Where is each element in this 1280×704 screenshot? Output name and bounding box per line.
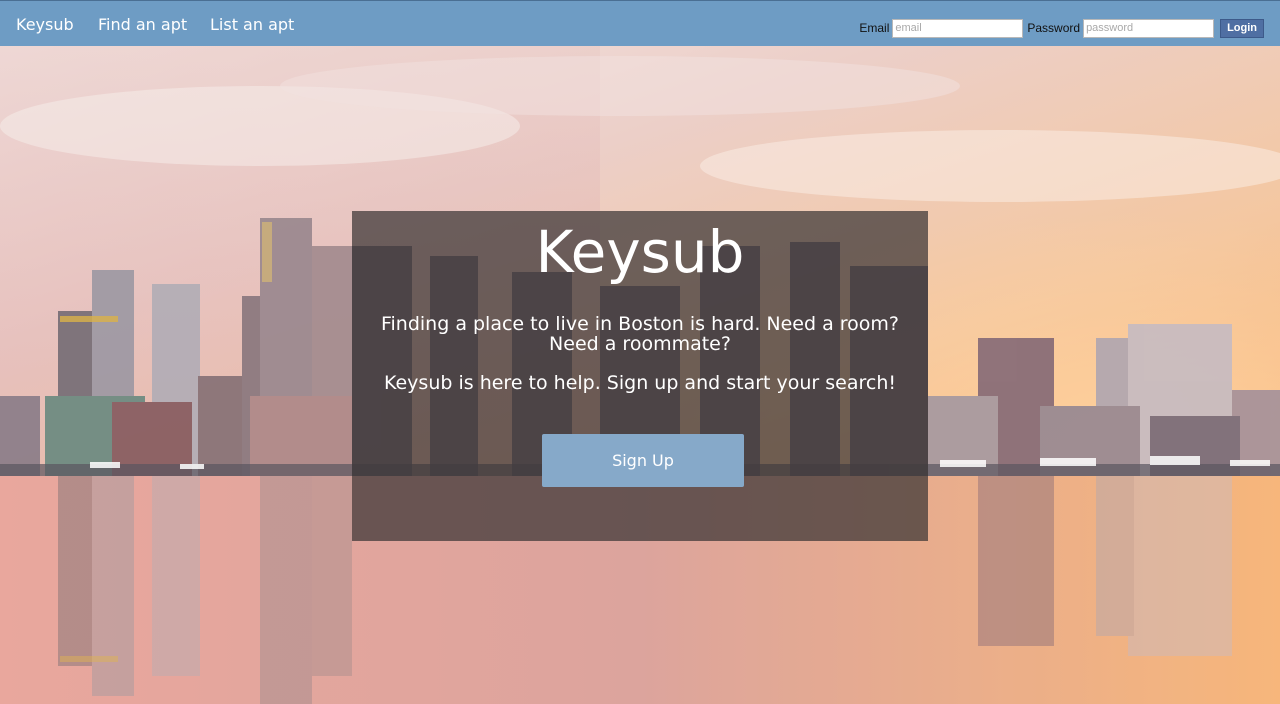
top-navbar: Keysub Find an apt List an apt Email Pas… (0, 0, 1280, 46)
email-label: Email (859, 21, 890, 35)
hero-callout: Keysub is here to help. Sign up and star… (383, 372, 897, 394)
login-button[interactable]: Login (1220, 18, 1264, 38)
login-form: Email Password Login (859, 18, 1264, 38)
hero-title: Keysub (535, 218, 745, 286)
password-field[interactable] (1083, 18, 1215, 38)
email-field[interactable] (892, 18, 1024, 38)
hero-description: Finding a place to live in Boston is har… (380, 313, 900, 355)
hero-panel: Keysub Finding a place to live in Boston… (352, 211, 928, 541)
landing-page: Keysub Find an apt List an apt Email Pas… (0, 0, 1280, 704)
signup-button[interactable]: Sign Up (542, 434, 744, 487)
list-apt-link[interactable]: List an apt (210, 15, 294, 35)
password-label: Password (1027, 21, 1081, 35)
find-apt-link[interactable]: Find an apt (98, 15, 187, 35)
brand-link[interactable]: Keysub (16, 15, 74, 35)
